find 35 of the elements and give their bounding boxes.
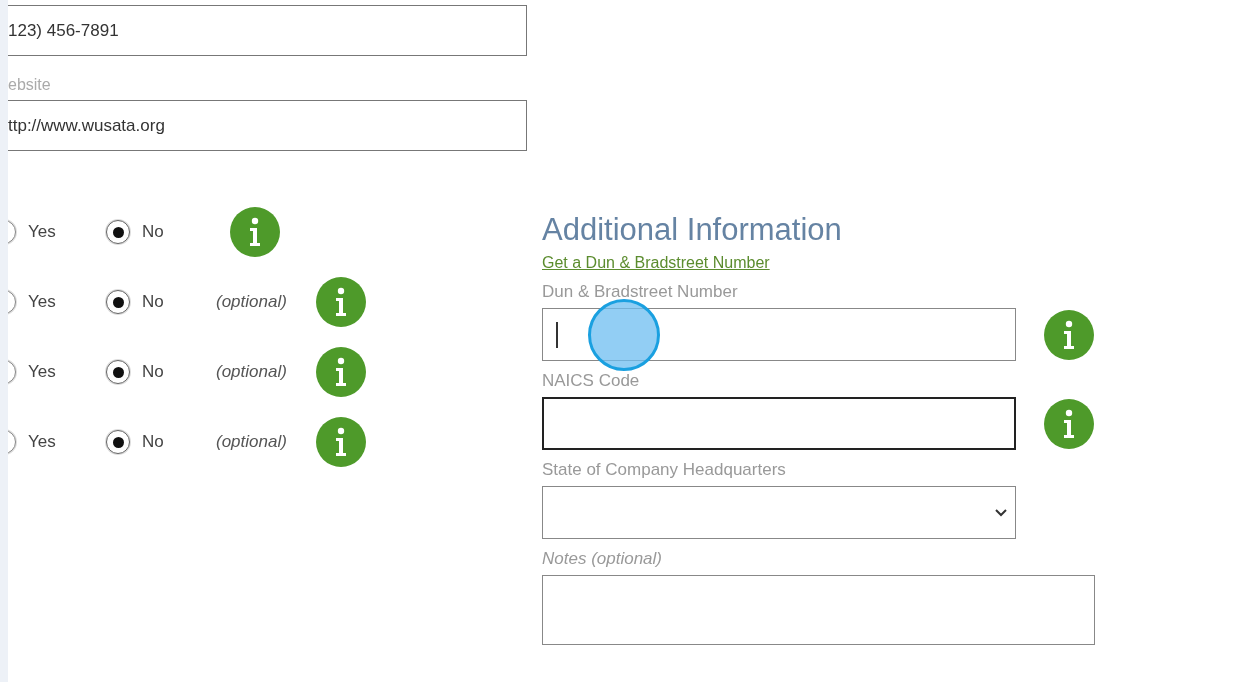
option-label: Yes [28, 292, 56, 312]
section-title: Additional Information [542, 211, 843, 249]
text-cursor [556, 321, 558, 348]
info-icon[interactable] [1044, 309, 1094, 360]
option-label: Yes [28, 432, 56, 452]
website-label: ebsite [8, 76, 52, 94]
radio-button[interactable] [106, 290, 130, 314]
field-label: Notes (optional) [542, 549, 663, 569]
option-label: Yes [28, 222, 56, 242]
info-icon[interactable] [230, 207, 280, 257]
dropdown-field[interactable] [542, 486, 1016, 539]
chevron-down-icon [995, 508, 1007, 517]
field-label: State of Company Headquarters [542, 460, 787, 480]
radio-button[interactable] [106, 430, 130, 454]
option-label: Yes [28, 362, 56, 382]
optional-note: (optional) [216, 362, 288, 382]
option-label: No [142, 432, 164, 452]
optional-note: (optional) [216, 432, 288, 452]
text-field[interactable] [542, 397, 1016, 450]
radio-button[interactable] [106, 220, 130, 244]
notes-field[interactable] [542, 575, 1095, 645]
field-label: NAICS Code [542, 371, 641, 391]
info-icon[interactable] [316, 277, 366, 327]
radio-button[interactable] [106, 360, 130, 384]
website-field[interactable]: ttp://www.wusata.org [8, 100, 527, 151]
optional-note: (optional) [216, 292, 288, 312]
option-label: No [142, 292, 164, 312]
option-label: No [142, 362, 164, 382]
info-icon[interactable] [1044, 398, 1094, 449]
option-label: No [142, 222, 164, 242]
dun-bradstreet-link[interactable]: Get a Dun & Bradstreet Number [542, 254, 770, 272]
info-icon[interactable] [316, 417, 366, 467]
field-label: Dun & Bradstreet Number [542, 282, 739, 302]
info-icon[interactable] [316, 347, 366, 397]
phone-field[interactable]: 123) 456-7891 [8, 5, 527, 56]
